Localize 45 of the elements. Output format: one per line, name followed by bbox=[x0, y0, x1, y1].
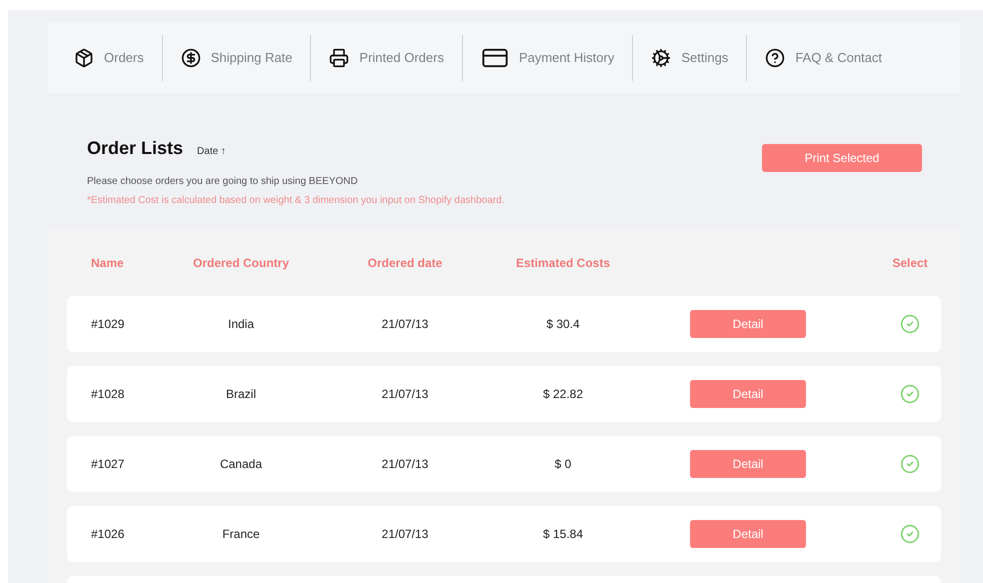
date-cell-text: 21/07/13 bbox=[380, 316, 430, 333]
instruction-text: Please choose orders you are going to ship using BEEYOND bbox=[87, 175, 359, 189]
column-header: Ordered date bbox=[366, 255, 444, 272]
check-icon[interactable] bbox=[900, 524, 920, 544]
check-icon[interactable] bbox=[900, 454, 920, 474]
cost-cell-text: $ 22.82 bbox=[542, 386, 584, 403]
date-cell-text: 21/07/13 bbox=[380, 526, 430, 543]
country-cell-text: France bbox=[221, 526, 261, 543]
cost-cell-text: $ 30.4 bbox=[545, 316, 581, 333]
nav-tab[interactable]: FAQ & Contact bbox=[765, 48, 882, 68]
nav-tab[interactable]: Payment History bbox=[480, 44, 614, 72]
printer-icon bbox=[329, 48, 350, 68]
nav-tab[interactable]: Printed Orders bbox=[329, 48, 444, 68]
date-cell-text: 21/07/13 bbox=[380, 386, 430, 403]
sort-button[interactable]: Date ↑ bbox=[197, 144, 226, 159]
check-icon[interactable] bbox=[900, 314, 920, 334]
detail-button[interactable]: Detail bbox=[690, 310, 806, 338]
order-name: #1026 bbox=[90, 526, 126, 543]
column-header: Estimated Costs bbox=[514, 255, 612, 272]
cost-cell-text: $ 15.84 bbox=[542, 526, 584, 543]
check-icon[interactable] bbox=[900, 384, 920, 404]
column-header: Select bbox=[891, 255, 929, 272]
detail-button[interactable]: Detail bbox=[690, 450, 806, 478]
note-text: *Estimated Cost is calculated based on weight & 3 dimension you input on Shopify dashboard. bbox=[87, 194, 504, 208]
dollar-icon bbox=[180, 48, 201, 68]
detail-button[interactable]: Detail bbox=[690, 520, 806, 548]
date-cell-text: 21/07/13 bbox=[380, 456, 430, 473]
nav-tab[interactable]: Shipping Rate bbox=[180, 48, 292, 68]
column-header: Ordered Country bbox=[192, 255, 290, 272]
nav-tab[interactable]: Orders bbox=[74, 48, 144, 68]
column-header: Name bbox=[90, 255, 125, 272]
country-cell-text: Brazil bbox=[224, 386, 257, 403]
order-name: #1028 bbox=[90, 386, 126, 403]
page-title: Order Lists bbox=[87, 137, 184, 160]
cost-cell-text: $ 0 bbox=[554, 456, 572, 473]
box-icon bbox=[74, 48, 94, 68]
print-selected-button[interactable]: Print Selected bbox=[762, 144, 922, 172]
country-cell-text: Canada bbox=[218, 456, 264, 473]
order-name: #1029 bbox=[90, 316, 126, 333]
order-name: #1027 bbox=[90, 456, 126, 473]
help-icon bbox=[765, 48, 786, 68]
nav-tab[interactable]: Settings bbox=[651, 48, 728, 68]
settings-icon bbox=[651, 48, 672, 68]
country-cell-text: India bbox=[226, 316, 256, 333]
detail-button[interactable]: Detail bbox=[690, 380, 806, 408]
